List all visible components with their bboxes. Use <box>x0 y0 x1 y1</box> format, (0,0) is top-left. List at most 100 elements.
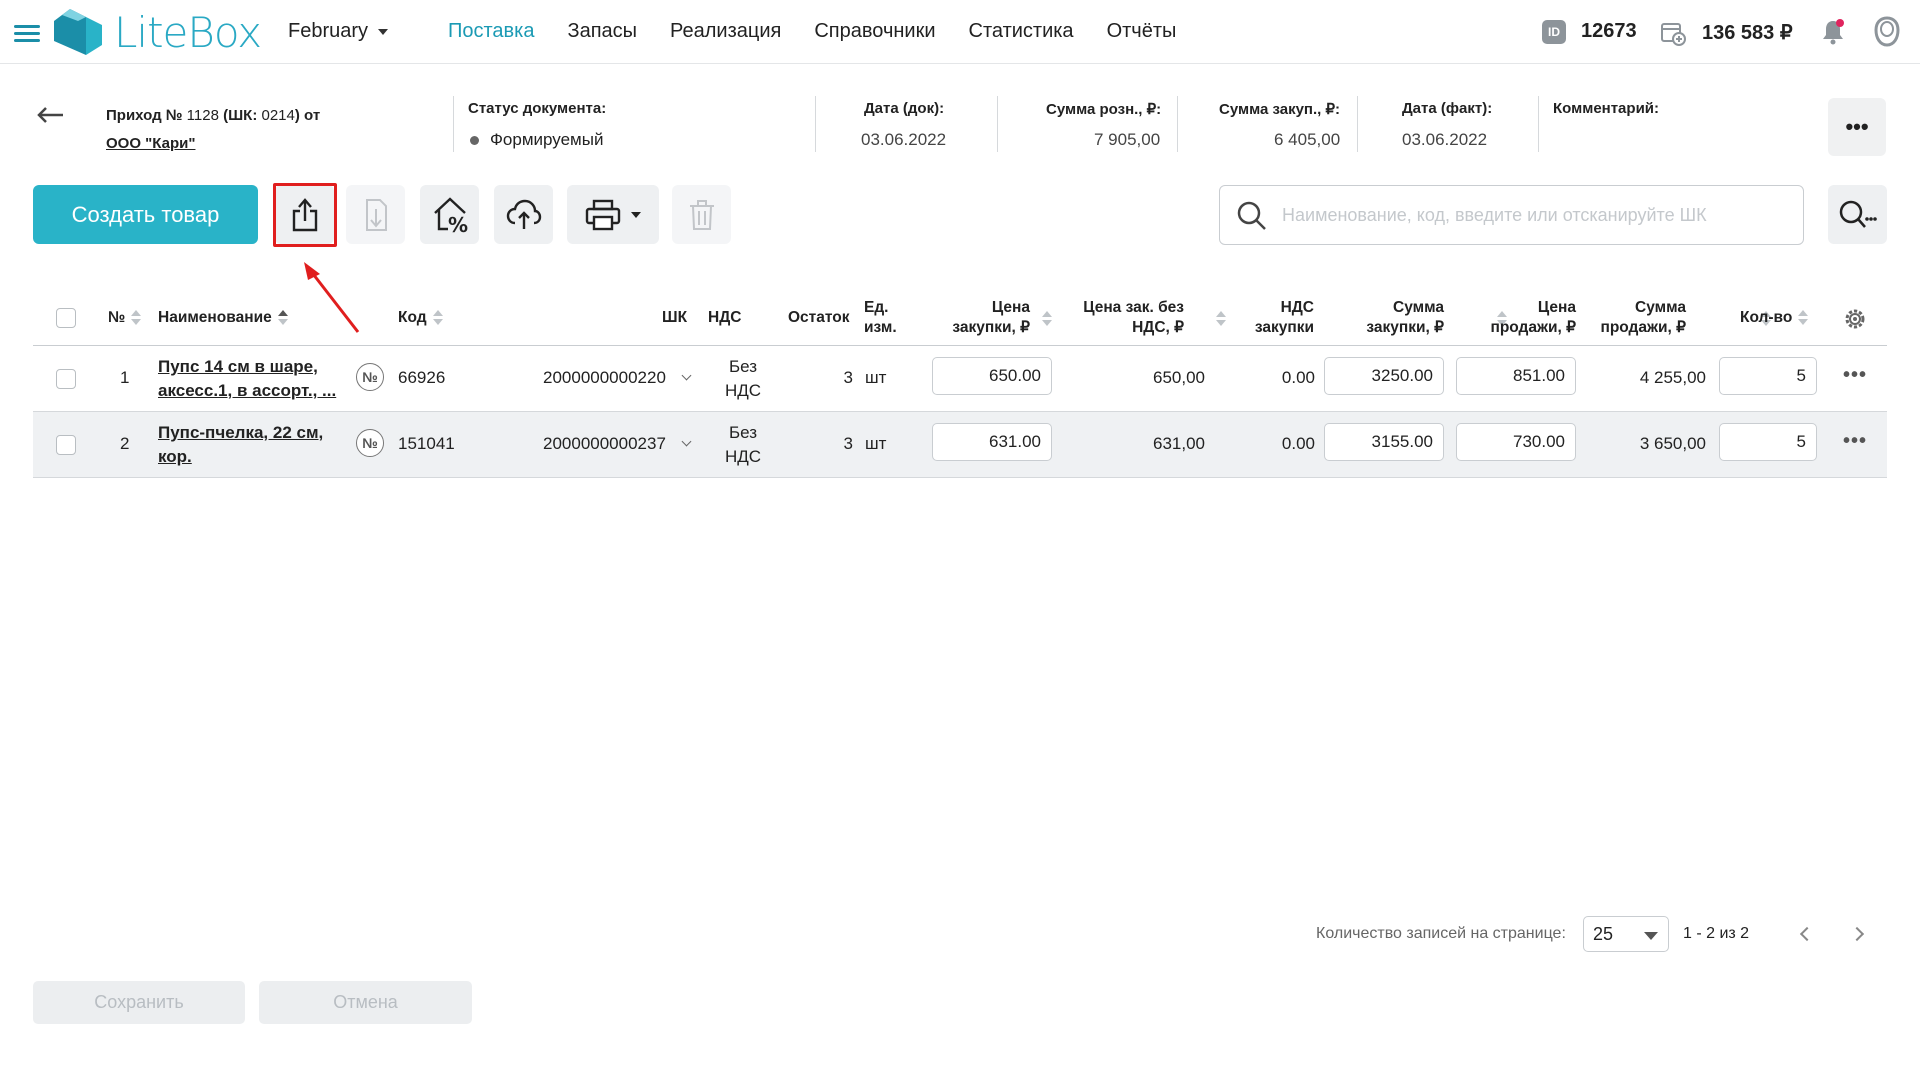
col-vat-purchase-label-1: НДС <box>1280 299 1314 316</box>
sum-purchase-input[interactable] <box>1324 357 1444 395</box>
vat-type-line-1: Без <box>728 423 758 442</box>
sum-sale: 3 650,00 <box>1639 434 1706 453</box>
select-all-checkbox[interactable] <box>56 308 76 328</box>
nav-item-reports[interactable]: Отчёты <box>1107 20 1177 43</box>
divider <box>1357 96 1358 152</box>
col-name-label: Наименование <box>158 309 272 326</box>
col-vat-purchase-label-2: закупки <box>1254 319 1314 336</box>
per-page-label: Количество записей на странице: <box>1316 925 1566 942</box>
search-icon <box>1237 201 1266 230</box>
table-row: 2 Пупс-пчелка, 22 см, кор. № 151041 2000… <box>33 412 1887 478</box>
chevron-left-icon[interactable] <box>1799 926 1815 942</box>
sum-purchase-label: Сумма закуп., ₽: <box>1219 101 1341 118</box>
product-name-link[interactable]: Пупс 14 см в шаре, аксесс.1, в ассорт., … <box>158 355 336 403</box>
sort-icon[interactable] <box>1042 310 1052 327</box>
col-sum-sale-label-2: продажи, ₽ <box>1600 319 1686 336</box>
search-input[interactable] <box>1280 186 1780 244</box>
advanced-search-button[interactable] <box>1828 185 1887 244</box>
create-product-button[interactable]: Создать товар <box>33 185 258 244</box>
chevron-down-icon <box>378 28 389 35</box>
nav-item-references[interactable]: Справочники <box>814 20 935 43</box>
date-doc-value: 03.06.2022 <box>861 130 947 149</box>
advanced-search-icon <box>1839 200 1877 228</box>
balance: 136 583 ₽ <box>1702 22 1793 44</box>
id-icon: ID <box>1542 20 1566 44</box>
save-button[interactable]: Сохранить <box>33 981 245 1024</box>
col-header-name[interactable]: Наименование <box>158 308 288 328</box>
document-title: Приход № 1128 (ШК: 0214) от ООО "Кари" <box>106 102 320 158</box>
product-name-line-1: Пупс-пчелка, 22 см, <box>158 423 324 442</box>
gear-icon[interactable] <box>1843 307 1867 331</box>
col-header-price-purchase[interactable]: Цена закупки, ₽ <box>944 298 1030 338</box>
numero-icon[interactable]: № <box>356 363 384 391</box>
numero-icon[interactable]: № <box>356 429 384 457</box>
row-more-button[interactable]: ••• <box>1843 430 1867 453</box>
price-sale-input[interactable] <box>1456 357 1576 395</box>
row-checkbox[interactable] <box>56 369 76 389</box>
menu-icon[interactable] <box>14 25 40 43</box>
product-barcode[interactable]: 2000000000220 <box>543 368 666 388</box>
price-percent-icon: % <box>433 196 468 235</box>
chevron-down-icon[interactable] <box>681 436 692 447</box>
main-nav: Поставка Запасы Реализация Справочники С… <box>448 20 1176 43</box>
wallet-icon[interactable] <box>1660 20 1686 46</box>
col-header-qty[interactable]: Кол-во <box>1740 308 1809 328</box>
month-selector[interactable]: February <box>288 20 389 43</box>
quantity-input[interactable] <box>1719 423 1817 461</box>
col-header-price-no-vat[interactable]: Цена зак. без НДС, ₽ <box>1066 298 1184 338</box>
vat-type-line-2: НДС <box>724 381 762 400</box>
quantity-input[interactable] <box>1719 357 1817 395</box>
cancel-button[interactable]: Отмена <box>259 981 472 1024</box>
delete-button[interactable] <box>672 185 731 244</box>
sum-sale: 4 255,00 <box>1639 368 1706 387</box>
col-header-unit: Ед. изм. <box>864 298 897 338</box>
price-sale-input[interactable] <box>1456 423 1576 461</box>
col-header-num[interactable]: № <box>108 308 142 328</box>
user-avatar-icon[interactable] <box>1872 16 1902 48</box>
col-price-sale-label-1: Цена <box>1537 299 1576 316</box>
chevron-right-icon[interactable] <box>1849 926 1865 942</box>
product-barcode[interactable]: 2000000000237 <box>543 434 666 454</box>
supplier-link[interactable]: ООО "Кари" <box>106 130 320 158</box>
col-price-no-vat-label-1: Цена зак. без <box>1083 299 1184 316</box>
import-button[interactable] <box>346 185 405 244</box>
col-price-purchase-label-1: Цена <box>991 299 1030 316</box>
nav-item-stock[interactable]: Запасы <box>568 20 638 43</box>
price-markup-button[interactable]: % <box>420 185 479 244</box>
trash-icon <box>689 199 714 230</box>
product-code: 66926 <box>398 368 446 387</box>
price-purchase-input[interactable] <box>932 357 1052 395</box>
unit: шт <box>865 434 887 453</box>
print-button[interactable] <box>567 185 659 244</box>
price-purchase-input[interactable] <box>932 423 1052 461</box>
nav-item-supply[interactable]: Поставка <box>448 20 535 43</box>
row-more-button[interactable]: ••• <box>1843 364 1867 387</box>
title-prefix: Приход № <box>106 107 183 124</box>
sort-icon[interactable] <box>1216 310 1227 327</box>
row-checkbox[interactable] <box>56 435 76 455</box>
cloud-upload-button[interactable] <box>494 185 553 244</box>
logo[interactable]: LiteBox <box>52 6 262 58</box>
sum-purchase-input[interactable] <box>1324 423 1444 461</box>
bell-icon[interactable] <box>1820 18 1846 46</box>
comment-label: Комментарий: <box>1553 100 1660 117</box>
date-fact-label: Дата (факт): <box>1402 100 1493 117</box>
date-fact-value: 03.06.2022 <box>1402 130 1488 149</box>
sum-retail-value: 7 905,00 <box>1094 130 1161 149</box>
document-more-button[interactable]: ••• <box>1828 98 1886 156</box>
per-page-select[interactable]: 25 <box>1583 916 1669 952</box>
product-name-line-1: Пупс 14 см в шаре, <box>158 357 318 376</box>
col-header-sum-sale[interactable]: Сумма продажи, ₽ <box>1590 298 1686 338</box>
product-name-link[interactable]: Пупс-пчелка, 22 см, кор. <box>158 421 323 469</box>
chevron-down-icon[interactable] <box>681 370 692 381</box>
vat-type-line-2: НДС <box>724 447 762 466</box>
col-header-stock: Остаток <box>788 309 850 326</box>
col-header-sum-purchase[interactable]: Сумма закупки, ₽ <box>1344 298 1444 338</box>
back-arrow-icon[interactable] <box>36 104 66 126</box>
col-header-code[interactable]: Код <box>398 308 443 328</box>
nav-item-sales[interactable]: Реализация <box>670 20 781 43</box>
per-page-value: 25 <box>1593 924 1614 944</box>
col-num-label: № <box>108 309 126 326</box>
nav-item-statistics[interactable]: Статистика <box>969 20 1074 43</box>
price-no-vat: 631,00 <box>1153 434 1205 453</box>
